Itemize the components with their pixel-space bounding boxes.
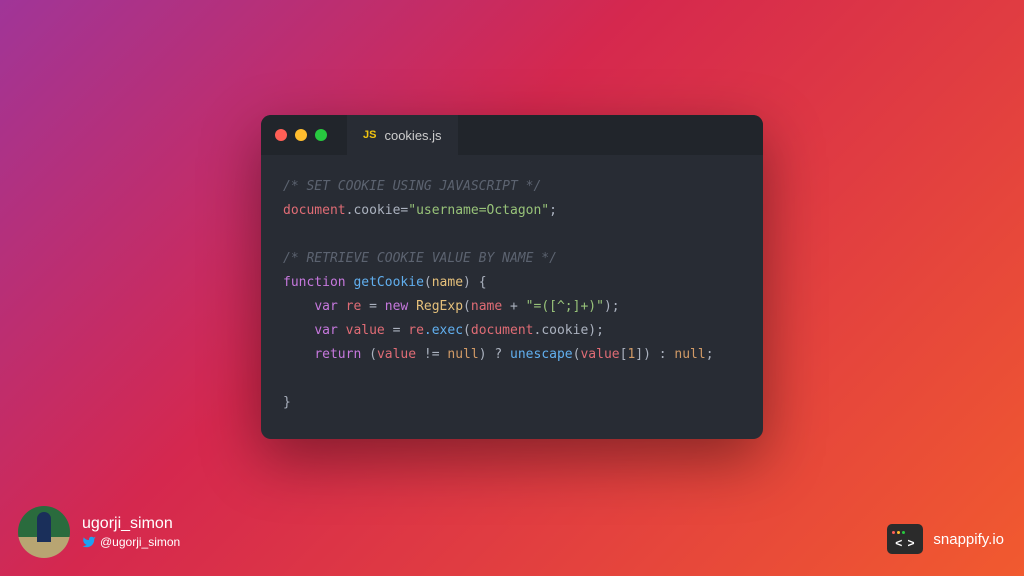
code-token: RegExp <box>408 299 463 314</box>
code-indent <box>283 299 314 314</box>
code-token: ) { <box>463 275 486 290</box>
code-token: "=([^;]+)" <box>526 299 604 314</box>
code-token: + <box>502 299 525 314</box>
minimize-icon[interactable] <box>295 129 307 141</box>
tab-filename: cookies.js <box>384 128 441 143</box>
code-token: document <box>471 323 534 338</box>
code-token: ; <box>706 347 714 362</box>
code-token: = <box>369 299 385 314</box>
user-badge: ugorji_simon @ugorji_simon <box>18 506 180 558</box>
code-token: return <box>314 347 361 362</box>
user-text: ugorji_simon @ugorji_simon <box>82 515 180 549</box>
user-name: ugorji_simon <box>82 515 180 533</box>
code-token: function <box>283 275 346 290</box>
code-token: .exec <box>424 323 463 338</box>
code-token: null <box>674 347 705 362</box>
code-token: ( <box>361 347 377 362</box>
window-titlebar: JS cookies.js <box>261 115 763 155</box>
code-token: name <box>432 275 463 290</box>
code-token: ); <box>604 299 620 314</box>
code-token: var <box>314 299 337 314</box>
code-token: re <box>408 323 424 338</box>
code-token: ( <box>424 275 432 290</box>
code-token: = <box>393 323 409 338</box>
brand-name: snappify.io <box>933 531 1004 548</box>
close-icon[interactable] <box>275 129 287 141</box>
code-token: new <box>385 299 408 314</box>
code-token: ; <box>549 203 557 218</box>
code-token: null <box>447 347 478 362</box>
code-token: .cookie <box>346 203 401 218</box>
code-token: != <box>416 347 447 362</box>
code-comment: /* RETRIEVE COOKIE VALUE BY NAME */ <box>283 251 557 266</box>
code-token: ]) : <box>635 347 674 362</box>
code-token: re <box>338 299 369 314</box>
code-token: ( <box>463 323 471 338</box>
code-token: ); <box>588 323 604 338</box>
brand-badge[interactable]: < > snappify.io <box>887 524 1004 554</box>
code-content: /* SET COOKIE USING JAVASCRIPT */ docume… <box>261 155 763 439</box>
code-token: } <box>283 395 291 410</box>
twitter-icon <box>82 535 96 549</box>
code-editor-window: JS cookies.js /* SET COOKIE USING JAVASC… <box>261 115 763 439</box>
code-token: var <box>314 323 337 338</box>
code-token: document <box>283 203 346 218</box>
code-token: value <box>580 347 619 362</box>
js-file-icon: JS <box>363 129 376 141</box>
code-token: value <box>377 347 416 362</box>
code-indent <box>283 347 314 362</box>
code-token: ( <box>463 299 471 314</box>
code-token: unescape <box>510 347 573 362</box>
brand-logo-icon: < > <box>887 524 923 554</box>
user-handle-text: @ugorji_simon <box>100 535 180 549</box>
code-token: getCookie <box>346 275 424 290</box>
code-comment: /* SET COOKIE USING JAVASCRIPT */ <box>283 179 541 194</box>
code-indent <box>283 323 314 338</box>
code-token: .cookie <box>534 323 589 338</box>
code-token: value <box>338 323 393 338</box>
code-token: ) ? <box>479 347 510 362</box>
file-tab[interactable]: JS cookies.js <box>347 115 458 155</box>
code-token: name <box>471 299 502 314</box>
avatar <box>18 506 70 558</box>
code-brackets-icon: < > <box>895 537 915 549</box>
traffic-lights <box>275 129 327 141</box>
maximize-icon[interactable] <box>315 129 327 141</box>
code-token: "username=Octagon" <box>408 203 549 218</box>
user-handle[interactable]: @ugorji_simon <box>82 535 180 549</box>
